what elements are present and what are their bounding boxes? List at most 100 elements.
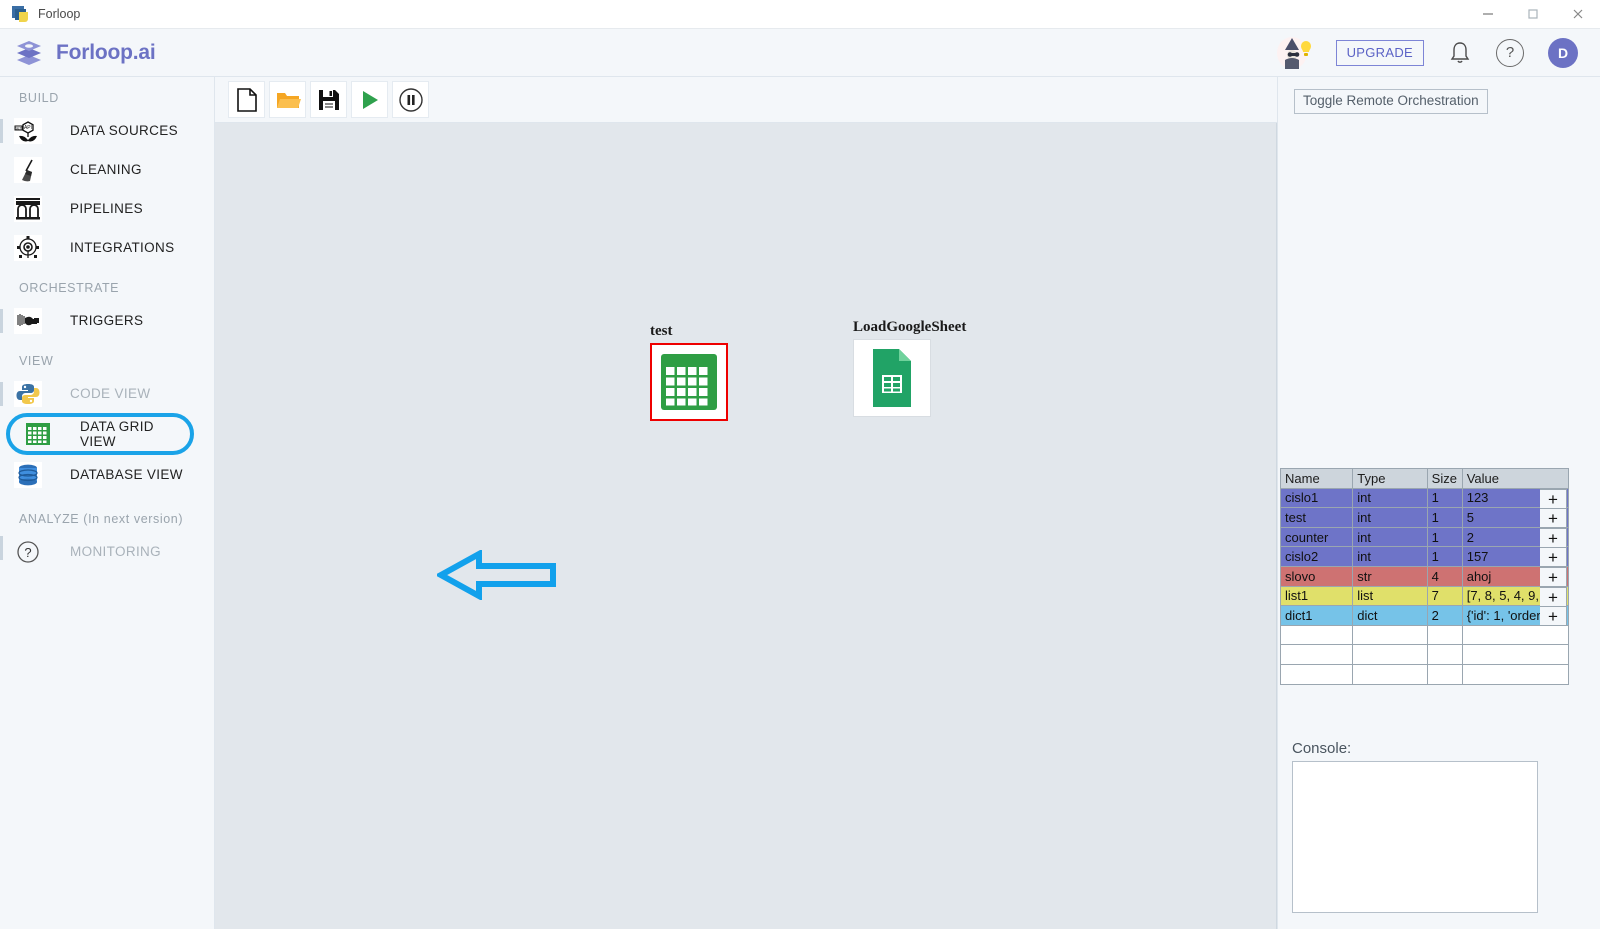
pause-button[interactable] xyxy=(392,81,429,118)
table-row[interactable]: counter int 1 2 xyxy=(1279,526,1570,548)
canvas-node[interactable]: LoadGoogleSheet xyxy=(853,319,966,417)
sidebar-item-data-grid-view[interactable]: DATA GRID VIEW xyxy=(6,413,194,455)
table-row[interactable]: cislo1 int 1 123 xyxy=(1279,487,1570,509)
sidebar-item-integrations[interactable]: INTEGRATIONS xyxy=(0,228,214,267)
sidebar-item-data-sources[interactable]: API SET DATA SOURCES xyxy=(0,111,214,150)
add-variable-button[interactable]: + xyxy=(1540,547,1567,567)
table-header-row: Name Type Size Value xyxy=(1279,468,1570,489)
column-header-type: Type xyxy=(1352,468,1428,489)
cell-type: dict xyxy=(1352,605,1428,626)
cell-type: int xyxy=(1352,546,1428,567)
sidebar-item-triggers[interactable]: TRIGGERS xyxy=(0,301,214,340)
sidebar-item-code-view[interactable]: CODE VIEW xyxy=(0,374,214,413)
add-variable-button[interactable]: + xyxy=(1540,567,1567,587)
cell-name: dict1 xyxy=(1279,605,1354,626)
console-output[interactable] xyxy=(1292,761,1538,913)
table-row-empty[interactable] xyxy=(1279,663,1570,685)
save-button[interactable] xyxy=(310,81,347,118)
sidebar-item-cleaning[interactable]: CLEANING xyxy=(0,150,214,189)
variables-table-body: cislo1 int 1 123 test int 1 5 counter in… xyxy=(1279,487,1570,685)
wizard-hint-icon[interactable] xyxy=(1276,36,1312,70)
open-folder-button[interactable] xyxy=(269,81,306,118)
editor-toolbar xyxy=(215,77,1277,123)
cell-size: 1 xyxy=(1426,546,1463,567)
add-variable-button[interactable]: + xyxy=(1540,606,1567,626)
run-button[interactable] xyxy=(351,81,388,118)
svg-text:SET: SET xyxy=(15,126,21,130)
window-title: Forloop xyxy=(38,7,81,21)
new-file-button[interactable] xyxy=(228,81,265,118)
cell-size: 4 xyxy=(1426,565,1463,587)
integrations-hub-icon xyxy=(12,233,44,263)
grid-table-icon xyxy=(22,419,54,449)
cell-size: 1 xyxy=(1426,526,1463,548)
add-variable-button[interactable]: + xyxy=(1540,489,1567,509)
upgrade-button[interactable]: UPGRADE xyxy=(1335,39,1424,66)
help-button[interactable]: ? xyxy=(1496,38,1524,67)
node-icon-box[interactable] xyxy=(650,343,728,421)
pause-circle-icon xyxy=(398,87,423,112)
data-sources-icon: API SET xyxy=(12,116,44,146)
table-row[interactable]: slovo str 4 ahoj xyxy=(1279,565,1570,587)
trigger-hand-icon xyxy=(12,306,44,336)
brand-name: Forloop.ai xyxy=(56,40,156,64)
sidebar-section-analyze: ANALYZE (In next version) xyxy=(19,512,184,526)
table-row[interactable]: test int 1 5 xyxy=(1279,507,1570,528)
add-variable-button[interactable]: + xyxy=(1540,508,1567,528)
column-header-value: Value xyxy=(1461,468,1570,489)
aqueduct-icon xyxy=(12,194,44,224)
header-actions: UPGRADE ? D xyxy=(1276,36,1578,70)
sidebar-item-database-view[interactable]: DATABASE VIEW xyxy=(0,455,214,494)
table-row[interactable]: list1 list 7 [7, 8, 5, 4, 9, xyxy=(1279,585,1570,607)
notification-bell-icon[interactable] xyxy=(1448,40,1472,66)
maximize-button[interactable] xyxy=(1510,0,1555,29)
brand[interactable]: Forloop.ai xyxy=(14,38,156,68)
svg-text:?: ? xyxy=(24,545,31,560)
annotation-arrow-left-icon xyxy=(434,548,557,605)
table-row[interactable]: dict1 dict 2 {'id': 1, 'order xyxy=(1279,605,1570,626)
sidebar-item-label: MONITORING xyxy=(70,544,161,559)
app-header: Forloop.ai UPGRADE ? D xyxy=(0,29,1600,77)
cell-name: slovo xyxy=(1279,565,1354,587)
sidebar-item-label: INTEGRATIONS xyxy=(70,240,175,255)
floppy-save-icon xyxy=(318,89,339,110)
cell-size: 2 xyxy=(1426,605,1463,626)
sidebar-item-label: DATA SOURCES xyxy=(70,123,178,138)
question-circle-icon: ? xyxy=(12,537,44,567)
cell-type: int xyxy=(1352,487,1428,509)
table-row-empty[interactable] xyxy=(1279,624,1570,646)
play-triangle-icon xyxy=(362,90,378,109)
console-label: Console: xyxy=(1292,740,1352,757)
cell-name: cislo1 xyxy=(1279,487,1354,509)
sidebar-item-label: PIPELINES xyxy=(70,201,143,216)
green-grid-table-icon xyxy=(661,354,717,410)
table-row-empty[interactable] xyxy=(1279,644,1570,665)
table-row[interactable]: cislo2 int 1 157 xyxy=(1279,546,1570,567)
column-header-size: Size xyxy=(1426,468,1463,489)
google-sheets-icon xyxy=(873,349,911,407)
close-button[interactable] xyxy=(1555,0,1600,29)
cell-name: cislo2 xyxy=(1279,546,1354,567)
sidebar-item-label: CLEANING xyxy=(70,162,142,177)
cell-type: list xyxy=(1352,585,1428,607)
sidebar-section-view: VIEW xyxy=(19,354,54,368)
flow-canvas[interactable]: test LoadGoogleSheet xyxy=(215,123,1277,929)
cell-name: test xyxy=(1279,507,1354,528)
window-titlebar: Forloop xyxy=(0,0,1600,29)
python-icon xyxy=(12,379,44,409)
avatar[interactable]: D xyxy=(1548,37,1578,68)
new-document-icon xyxy=(236,87,257,112)
sidebar-item-pipelines[interactable]: PIPELINES xyxy=(0,189,214,228)
canvas-node[interactable]: test xyxy=(650,323,728,421)
add-variable-button[interactable]: + xyxy=(1540,587,1567,607)
toggle-remote-orchestration-button[interactable]: Toggle Remote Orchestration xyxy=(1294,89,1488,114)
forloop-logo-icon xyxy=(14,38,44,68)
minimize-button[interactable] xyxy=(1465,0,1510,29)
node-icon-box[interactable] xyxy=(853,339,931,417)
database-cylinder-icon xyxy=(12,460,44,490)
sidebar-section-build: BUILD xyxy=(19,91,59,105)
add-variable-button[interactable]: + xyxy=(1540,528,1567,548)
window-controls xyxy=(1465,0,1600,29)
sidebar-item-monitoring[interactable]: ? MONITORING xyxy=(0,532,214,571)
sidebar-item-label: TRIGGERS xyxy=(70,313,144,328)
